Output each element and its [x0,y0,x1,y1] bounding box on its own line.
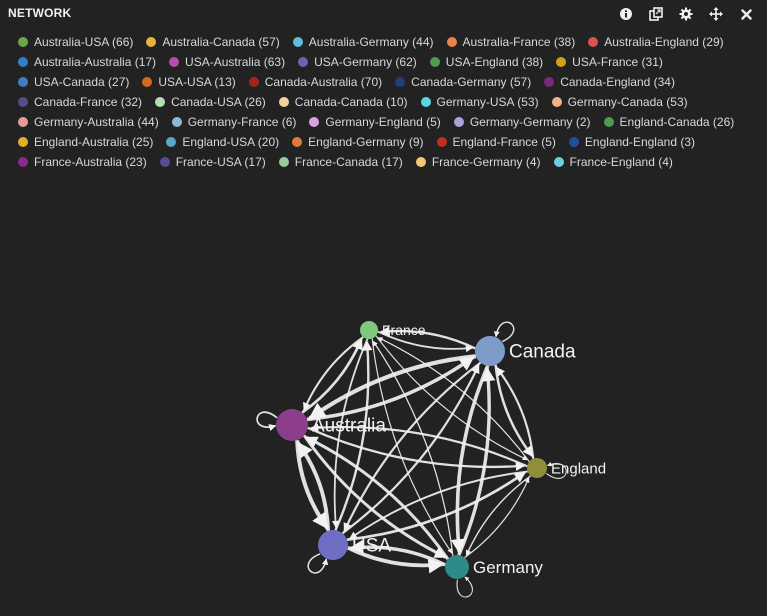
node-canada[interactable] [475,336,505,366]
node-label: Canada [509,342,576,363]
node-australia[interactable] [276,409,308,441]
links-layer [256,321,567,598]
node-label: Germany [473,558,543,577]
network-link[interactable] [495,367,535,459]
network-link[interactable] [296,441,331,531]
node-england[interactable] [527,458,547,478]
network-link[interactable] [256,411,278,431]
network-link[interactable] [493,321,515,343]
node-label: France [382,322,426,338]
network-link[interactable] [372,340,454,556]
node-france[interactable] [360,321,378,339]
node-label: England [551,460,606,477]
network-graph: France Canada Australia England USA Germany [256,321,606,598]
network-link[interactable] [465,475,532,556]
network-link[interactable] [456,576,473,598]
node-label: USA [352,536,391,557]
network-link[interactable] [377,337,530,463]
node-germany[interactable] [445,555,469,579]
network-link[interactable] [295,440,329,530]
network-link[interactable] [307,553,329,574]
node-label: Australia [312,416,386,437]
node-usa[interactable] [318,530,348,560]
